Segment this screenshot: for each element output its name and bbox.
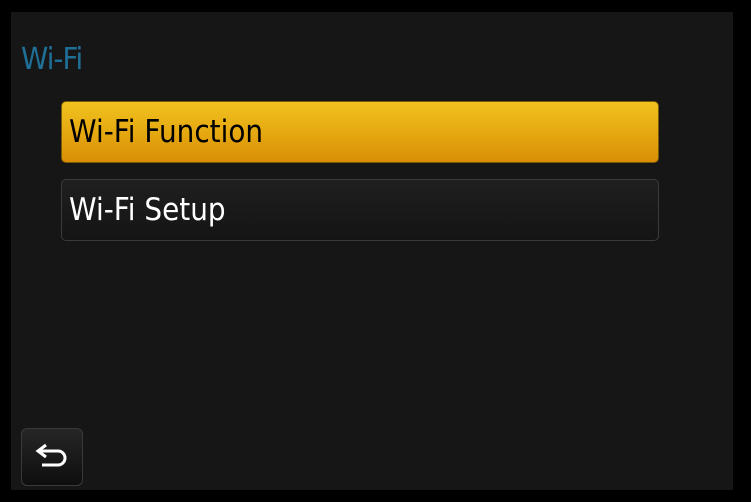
back-button[interactable] <box>21 428 83 486</box>
return-arrow-icon <box>34 441 70 473</box>
menu-item-wifi-function[interactable]: Wi-Fi Function <box>61 101 659 163</box>
menu-item-wifi-setup[interactable]: Wi-Fi Setup <box>61 179 659 241</box>
menu-item-label: Wi-Fi Setup <box>69 192 226 228</box>
wifi-menu-screen: Wi-Fi Wi-Fi Function Wi-Fi Setup <box>11 12 733 490</box>
menu-item-label: Wi-Fi Function <box>69 114 264 150</box>
page-title: Wi-Fi <box>21 42 83 77</box>
